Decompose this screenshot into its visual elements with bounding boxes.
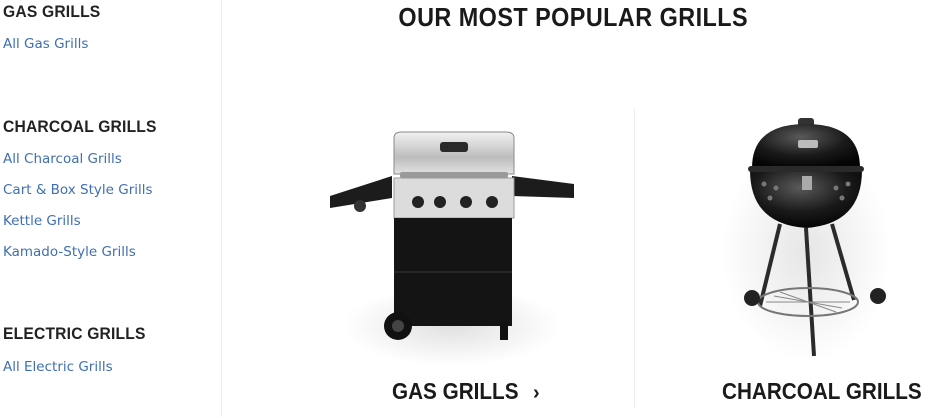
section-title-electric-grills: ELECTRIC GRILLS: [3, 324, 146, 343]
link-kamado-style-grills[interactable]: Kamado-Style Grills: [3, 244, 136, 260]
link-all-charcoal-grills[interactable]: All Charcoal Grills: [3, 151, 122, 167]
section-title-charcoal-grills: CHARCOAL GRILLS: [3, 117, 157, 136]
link-cart-box-style-grills[interactable]: Cart & Box Style Grills: [3, 182, 153, 198]
link-all-gas-grills[interactable]: All Gas Grills: [3, 36, 88, 52]
page-title: OUR MOST POPULAR GRILLS: [398, 2, 749, 32]
charcoal-grills-card-link[interactable]: CHARCOAL GRILLS ›: [722, 378, 925, 405]
gas-grill-image[interactable]: [322, 126, 582, 376]
gas-grills-card-label: GAS GRILLS: [392, 378, 519, 404]
gas-grills-card-link[interactable]: GAS GRILLS ›: [392, 378, 540, 405]
kettle-grill-image[interactable]: [718, 112, 893, 370]
link-kettle-grills[interactable]: Kettle Grills: [3, 213, 81, 229]
charcoal-grills-card-label: CHARCOAL GRILLS: [722, 378, 922, 404]
link-all-electric-grills[interactable]: All Electric Grills: [3, 359, 113, 375]
card-divider: [634, 108, 635, 408]
chevron-right-icon: ›: [532, 382, 540, 404]
section-title-gas-grills: GAS GRILLS: [3, 2, 101, 21]
sidebar: GAS GRILLS All Gas Grills CHARCOAL GRILL…: [0, 0, 222, 417]
